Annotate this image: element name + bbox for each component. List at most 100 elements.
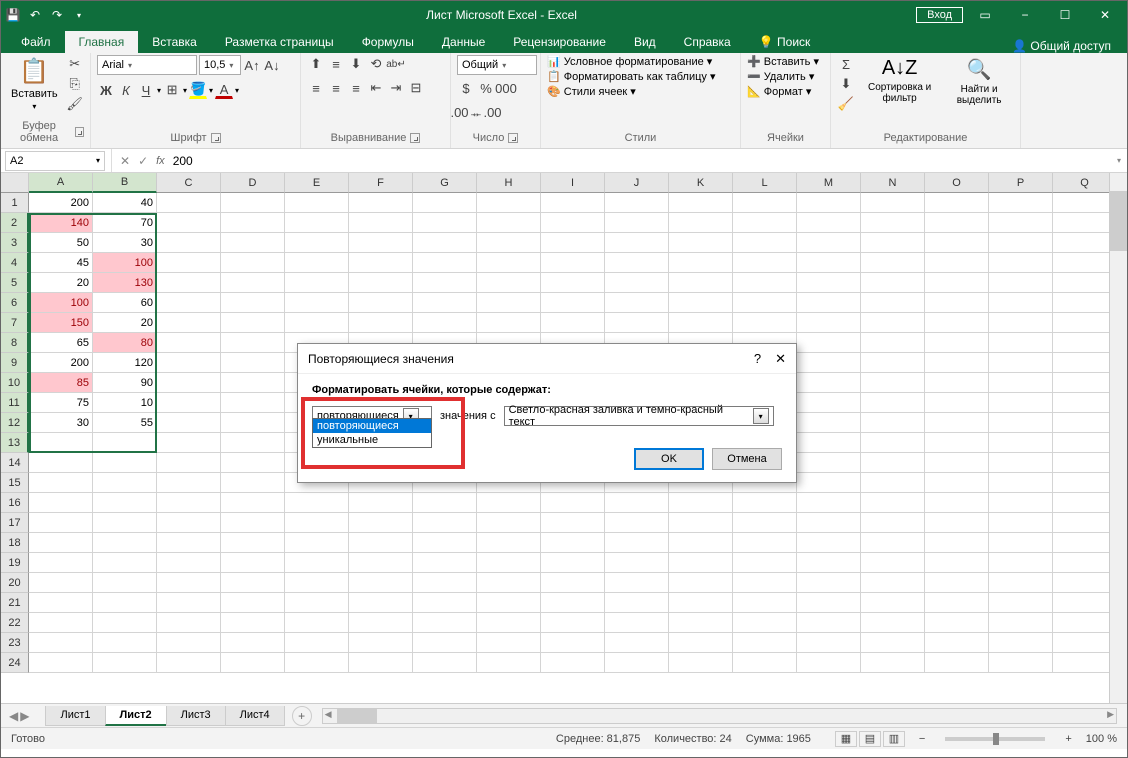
cell[interactable]: [157, 493, 221, 513]
cell[interactable]: [925, 593, 989, 613]
row-header[interactable]: 24: [1, 653, 29, 673]
cell[interactable]: [605, 633, 669, 653]
cell[interactable]: [797, 253, 861, 273]
cell[interactable]: [925, 213, 989, 233]
cell[interactable]: [413, 253, 477, 273]
cell[interactable]: [285, 533, 349, 553]
cell[interactable]: [1053, 633, 1117, 653]
cell[interactable]: [221, 613, 285, 633]
column-header[interactable]: K: [669, 173, 733, 193]
column-header[interactable]: G: [413, 173, 477, 193]
align-left-icon[interactable]: ≡: [307, 79, 325, 97]
cell[interactable]: [797, 533, 861, 553]
cell[interactable]: [1053, 233, 1117, 253]
cell[interactable]: [285, 493, 349, 513]
cell[interactable]: [797, 273, 861, 293]
cell[interactable]: [541, 213, 605, 233]
paste-button[interactable]: 📋 Вставить ▾: [7, 55, 62, 113]
cell[interactable]: [477, 213, 541, 233]
tab-formulas[interactable]: Формулы: [348, 31, 428, 53]
cell[interactable]: [925, 253, 989, 273]
cell[interactable]: [1053, 393, 1117, 413]
close-icon[interactable]: ✕: [1087, 5, 1123, 25]
row-header[interactable]: 1: [1, 193, 29, 213]
tab-review[interactable]: Рецензирование: [499, 31, 620, 53]
cell[interactable]: [1053, 213, 1117, 233]
cell[interactable]: [157, 353, 221, 373]
cell[interactable]: [733, 293, 797, 313]
cell[interactable]: [221, 293, 285, 313]
cell[interactable]: [29, 453, 93, 473]
format-as-table-button[interactable]: 📋 Форматировать как таблицу ▾: [547, 70, 715, 83]
cell[interactable]: [349, 533, 413, 553]
cell[interactable]: [1053, 453, 1117, 473]
cell[interactable]: [221, 513, 285, 533]
currency-icon[interactable]: $: [457, 79, 475, 97]
cell[interactable]: [605, 253, 669, 273]
cell[interactable]: [413, 293, 477, 313]
cancel-button[interactable]: Отмена: [712, 448, 782, 470]
row-header[interactable]: 19: [1, 553, 29, 573]
cell[interactable]: [349, 573, 413, 593]
cell[interactable]: [157, 213, 221, 233]
cell[interactable]: [221, 333, 285, 353]
cell[interactable]: [925, 453, 989, 473]
cell[interactable]: [797, 553, 861, 573]
cell[interactable]: [925, 333, 989, 353]
cell[interactable]: [605, 593, 669, 613]
login-button[interactable]: Вход: [916, 7, 963, 23]
cell[interactable]: [669, 613, 733, 633]
cell[interactable]: [221, 273, 285, 293]
cell[interactable]: [157, 653, 221, 673]
row-header[interactable]: 4: [1, 253, 29, 273]
cell[interactable]: [861, 213, 925, 233]
fill-color-icon[interactable]: 🪣: [189, 81, 207, 99]
cell[interactable]: [861, 433, 925, 453]
cell[interactable]: [733, 553, 797, 573]
cell[interactable]: [349, 313, 413, 333]
cell[interactable]: [861, 513, 925, 533]
cell[interactable]: [541, 613, 605, 633]
row-header[interactable]: 23: [1, 633, 29, 653]
cell[interactable]: 200: [29, 193, 93, 213]
cell[interactable]: [925, 513, 989, 533]
cell[interactable]: [605, 493, 669, 513]
cell[interactable]: [413, 513, 477, 533]
cell[interactable]: [477, 253, 541, 273]
cell[interactable]: [157, 553, 221, 573]
horizontal-scrollbar[interactable]: ◀ ▶: [322, 708, 1117, 724]
cell[interactable]: [349, 233, 413, 253]
column-header[interactable]: M: [797, 173, 861, 193]
tab-file[interactable]: Файл: [7, 31, 65, 53]
cell[interactable]: 140: [29, 213, 93, 233]
cell[interactable]: [797, 293, 861, 313]
cell[interactable]: [477, 573, 541, 593]
row-header[interactable]: 7: [1, 313, 29, 333]
cell[interactable]: [477, 513, 541, 533]
cell[interactable]: [605, 313, 669, 333]
new-sheet-button[interactable]: +: [292, 706, 312, 726]
decrease-decimal-icon[interactable]: ←.00: [477, 103, 495, 121]
share-button[interactable]: 👤 Общий доступ: [1012, 39, 1111, 53]
cell[interactable]: [861, 353, 925, 373]
cell[interactable]: [989, 453, 1053, 473]
cell[interactable]: [477, 553, 541, 573]
row-header[interactable]: 5: [1, 273, 29, 293]
row-header[interactable]: 6: [1, 293, 29, 313]
cell[interactable]: [29, 653, 93, 673]
cell[interactable]: [861, 193, 925, 213]
font-name-combo[interactable]: Arial▾: [97, 55, 197, 75]
cell[interactable]: [93, 553, 157, 573]
tab-search[interactable]: 💡 Поиск: [745, 31, 825, 53]
insert-cells-button[interactable]: ➕ Вставить ▾: [747, 55, 819, 68]
cell[interactable]: [733, 193, 797, 213]
cell[interactable]: [349, 553, 413, 573]
cell[interactable]: [669, 253, 733, 273]
row-header[interactable]: 22: [1, 613, 29, 633]
row-header[interactable]: 13: [1, 433, 29, 453]
cell[interactable]: [221, 353, 285, 373]
cell[interactable]: 50: [29, 233, 93, 253]
cell[interactable]: [861, 413, 925, 433]
cell[interactable]: [989, 333, 1053, 353]
cell[interactable]: [29, 553, 93, 573]
